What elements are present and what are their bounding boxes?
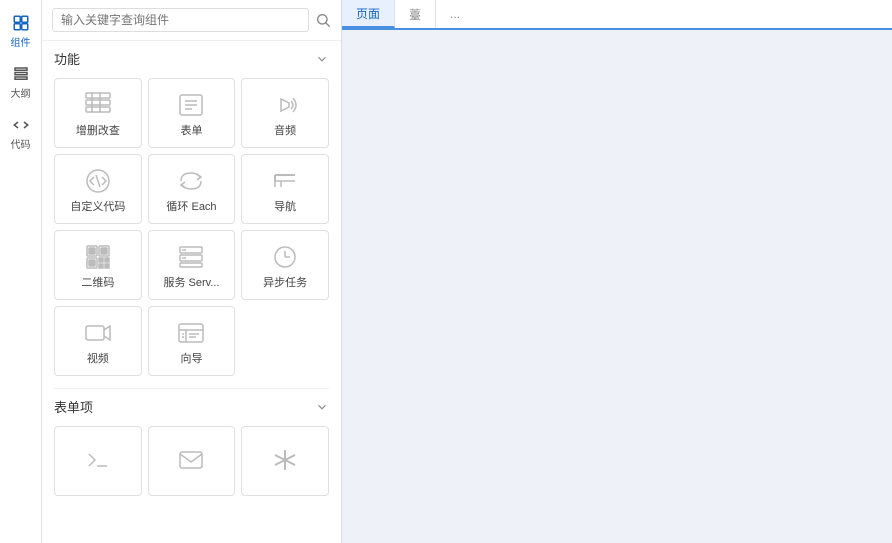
component-audio[interactable]: 音频: [241, 78, 329, 148]
email-icon: [177, 446, 205, 474]
component-qrcode[interactable]: 二维码: [54, 230, 142, 300]
form-icon: [177, 91, 205, 119]
loop-each-label: 循环 Each: [166, 201, 216, 214]
terminal-icon: [84, 446, 112, 474]
component-crud[interactable]: 增删改查: [54, 78, 142, 148]
component-email[interactable]: [148, 426, 236, 496]
crud-icon: [84, 91, 112, 119]
search-button[interactable]: [315, 12, 331, 28]
crud-label: 增删改查: [76, 125, 120, 138]
canvas-tab-page-label: 页面: [356, 5, 380, 22]
component-panel: 功能 增删改查: [42, 0, 342, 543]
component-asterisk[interactable]: [241, 426, 329, 496]
audio-label: 音频: [274, 125, 296, 138]
video-label: 视频: [87, 353, 109, 366]
sidebar-item-code-label: 代码: [11, 136, 31, 151]
service-icon: [177, 243, 205, 271]
canvas-tab-2-label: 薹: [409, 6, 421, 23]
asterisk-icon: [271, 446, 299, 474]
canvas-tab-more[interactable]: ...: [436, 0, 474, 28]
canvas-tab-page[interactable]: 页面: [342, 0, 395, 28]
component-service[interactable]: 服务 Serv...: [148, 230, 236, 300]
sidebar-item-outline[interactable]: 大纲: [2, 59, 40, 106]
wizard-label: 向导: [180, 353, 202, 366]
section-header-form-items[interactable]: 表单项: [42, 389, 341, 422]
canvas-area: 页面 薹 ...: [342, 0, 892, 543]
canvas-body: [342, 30, 892, 543]
section-label-form-items: 表单项: [54, 397, 93, 416]
canvas-inner[interactable]: [342, 30, 892, 543]
component-loop-each[interactable]: 循环 Each: [148, 154, 236, 224]
custom-code-label: 自定义代码: [70, 201, 125, 214]
async-icon: [271, 243, 299, 271]
sidebar-item-components[interactable]: 组件: [2, 8, 40, 55]
sidebar-item-outline-label: 大纲: [11, 85, 31, 100]
component-input-text[interactable]: [54, 426, 142, 496]
component-nav[interactable]: 导航: [241, 154, 329, 224]
sidebar-item-code[interactable]: 代码: [2, 110, 40, 157]
search-bar: [42, 0, 341, 41]
canvas-tab-more-label: ...: [450, 7, 460, 21]
qrcode-icon: [84, 243, 112, 271]
nav-icon: [271, 167, 299, 195]
service-label: 服务 Serv...: [163, 277, 219, 290]
icon-sidebar: 组件 大纲 代码: [0, 0, 42, 543]
nav-label: 导航: [274, 201, 296, 214]
section-header-function[interactable]: 功能: [42, 41, 341, 74]
component-wizard[interactable]: 向导: [148, 306, 236, 376]
section-label-function: 功能: [54, 49, 80, 68]
form-label: 表单: [180, 125, 202, 138]
component-custom-code[interactable]: 自定义代码: [54, 154, 142, 224]
video-icon: [84, 319, 112, 347]
function-grid: 增删改查 表单: [42, 74, 341, 388]
canvas-tabs: 页面 薹 ...: [342, 0, 892, 30]
component-async-task[interactable]: 异步任务: [241, 230, 329, 300]
panel-body: 功能 增删改查: [42, 41, 341, 543]
wizard-icon: [177, 319, 205, 347]
custom-code-icon: [84, 167, 112, 195]
audio-icon: [271, 91, 299, 119]
qrcode-label: 二维码: [81, 277, 114, 290]
component-form[interactable]: 表单: [148, 78, 236, 148]
component-video[interactable]: 视频: [54, 306, 142, 376]
sidebar-item-components-label: 组件: [11, 34, 31, 49]
async-task-label: 异步任务: [263, 277, 307, 290]
form-items-grid: [42, 422, 341, 508]
canvas-tab-2[interactable]: 薹: [395, 0, 436, 28]
search-input[interactable]: [52, 8, 309, 32]
loop-icon: [177, 167, 205, 195]
